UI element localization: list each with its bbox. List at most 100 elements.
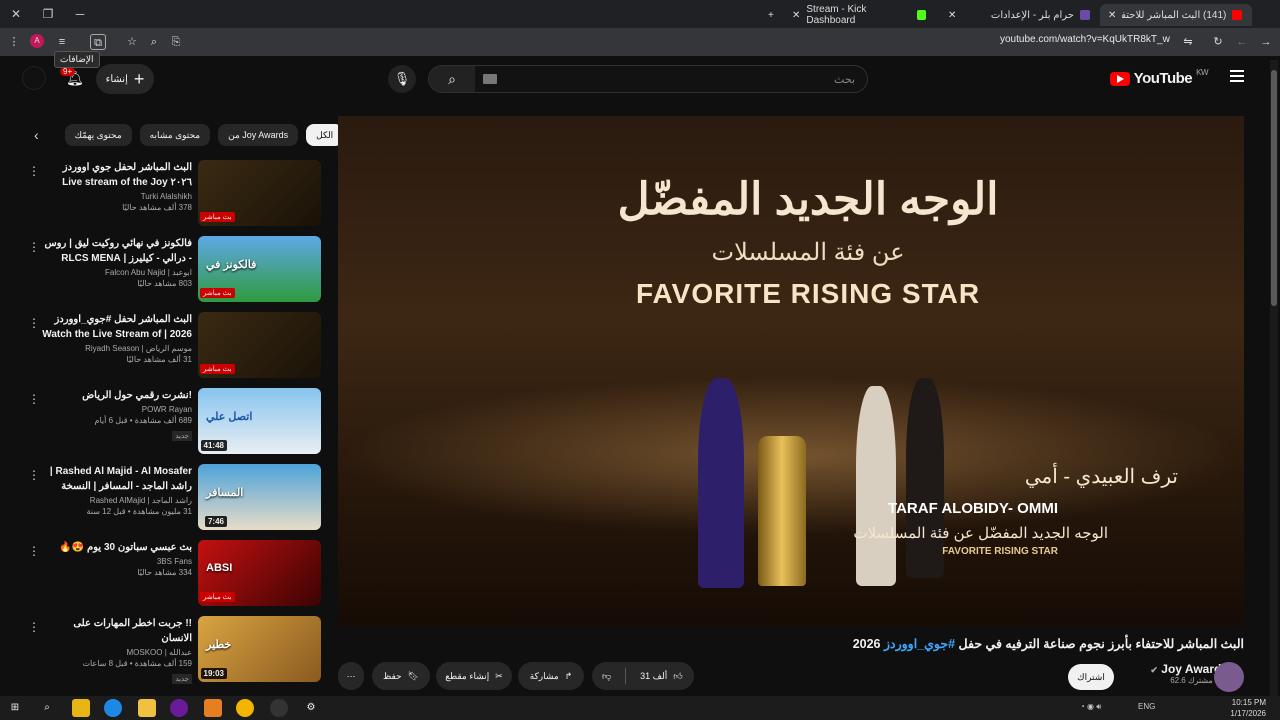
page-scrollbar[interactable] (1270, 60, 1278, 700)
install-app-icon[interactable]: ⎘ (168, 34, 184, 50)
dislike-icon[interactable]: 👎︎ (602, 671, 611, 682)
tab-kick[interactable]: ✕ Stream - Kick Dashboard (784, 4, 934, 26)
maximize-window-icon[interactable]: ❐ (32, 7, 64, 21)
share-label: مشاركة (529, 670, 559, 681)
keyboard-language[interactable]: ENG (1138, 702, 1155, 711)
video-title[interactable]: البث المباشر لحفل #جوي_اووردز 2026 | Wat… (42, 312, 192, 342)
save-button[interactable]: حفظ 🔖︎ (372, 662, 430, 690)
more-options-icon[interactable]: ⋮ (28, 544, 40, 558)
video-title[interactable]: Rashed Al Majid - Al Mosafer | راشد الما… (42, 464, 192, 494)
taskbar-clock[interactable]: 10:15 PM 1/17/2026 (1230, 697, 1266, 719)
more-options-icon[interactable]: ⋮ (28, 620, 40, 634)
video-title[interactable]: البث المباشر لحفل جوي اووردز ٢٠٢٦ Live s… (42, 160, 192, 190)
more-options-icon[interactable]: ⋮ (28, 468, 40, 482)
keyboard-icon[interactable] (483, 74, 497, 84)
profile-avatar[interactable]: A (30, 34, 44, 48)
menu-dots-icon[interactable]: ⋮ (6, 34, 22, 50)
channel-name[interactable]: 3BS Fans (42, 557, 192, 566)
task-app-icon[interactable] (72, 699, 90, 717)
search-box[interactable]: ⌕ بحث (428, 65, 868, 93)
new-tab-button[interactable]: + (760, 4, 782, 26)
list-item[interactable]: ⋮ !نشرت رقمي حول الرياض POWR Rayan 689 ألف… (24, 386, 324, 456)
title-hashtag-link[interactable]: #جوي_اووردز (884, 637, 955, 651)
file-explorer-icon[interactable] (138, 699, 156, 717)
search-icon[interactable]: ⌕ (38, 699, 56, 717)
more-options-icon[interactable]: ⋮ (28, 240, 40, 254)
search-icon[interactable]: ⌕ (429, 66, 475, 92)
back-icon[interactable]: → (1258, 34, 1274, 50)
address-bar[interactable]: youtube.com/watch?v=KqUkTR8kT_w (1000, 34, 1170, 45)
view-count: 689 ألف مشاهدة • قبل 6 أيام (94, 416, 193, 425)
chrome-icon[interactable] (236, 699, 254, 717)
edge-browser-icon[interactable] (104, 699, 122, 717)
video-title[interactable]: بث عبسي سباتون 30 يوم 😍🔥 (42, 540, 192, 555)
reload-icon[interactable]: ↻ (1210, 34, 1226, 50)
list-item[interactable]: ⋮ !! جربت اخطر المهارات على الانسان عبدال… (24, 614, 324, 684)
forward-icon[interactable]: ← (1234, 34, 1250, 50)
more-options-icon[interactable]: ⋮ (28, 164, 40, 178)
video-thumbnail[interactable]: بث مباشر (198, 312, 321, 378)
video-title[interactable]: !نشرت رقمي حول الرياض (42, 388, 192, 403)
channel-name[interactable]: موسم الرياض | Riyadh Season (42, 344, 192, 353)
channel-name[interactable]: راشد الماجد | Rashed AlMajid (42, 496, 192, 505)
tray-icons[interactable]: ◔ ◉ 🔊︎ (1080, 702, 1101, 712)
video-thumbnail[interactable]: فالكونز في بث مباشر (198, 236, 321, 302)
video-title[interactable]: فالكونز في نهائي روكيت ليق | روس - درالي… (42, 236, 192, 266)
video-thumbnail[interactable]: بث مباشر (198, 160, 321, 226)
channel-name[interactable]: POWR Rayan (42, 405, 192, 414)
voice-search-mic-icon[interactable]: 🎙︎ (388, 65, 416, 93)
start-windows-icon[interactable]: ⊞ (6, 699, 24, 717)
tab-settings[interactable]: ✕ حرام بلر - الإعدادات (940, 4, 1098, 26)
kick-favicon-icon (916, 10, 926, 20)
close-tab-icon[interactable]: ✕ (1108, 10, 1116, 21)
minimize-window-icon[interactable]: ─ (64, 7, 96, 21)
video-thumbnail[interactable]: اتصل علي 41:48 (198, 388, 321, 454)
more-actions-button[interactable]: ⋯ (338, 662, 364, 690)
chevron-left-icon[interactable]: ‹ (34, 127, 39, 143)
vlc-icon[interactable] (204, 699, 222, 717)
channel-name[interactable]: عبدالله | MOSKOO (42, 648, 192, 657)
channel-avatar[interactable] (1214, 662, 1244, 692)
scrollbar-thumb[interactable] (1271, 70, 1277, 306)
subscribe-button[interactable]: اشتراك (1068, 664, 1114, 690)
hamburger-menu-icon[interactable] (1230, 70, 1244, 82)
settings-gear-icon[interactable]: ⚙ (302, 699, 320, 717)
close-tab-icon[interactable]: ✕ (792, 10, 800, 21)
site-settings-icon[interactable]: ⇋ (1180, 34, 1196, 50)
list-item[interactable]: ⋮ البث المباشر لحفل جوي اووردز ٢٠٢٦ Live… (24, 158, 324, 228)
new-badge: جديد (172, 674, 192, 684)
create-button[interactable]: إنشاء + (96, 64, 154, 94)
chip-for-you[interactable]: محتوى يهمّك (64, 124, 132, 146)
account-avatar[interactable] (22, 66, 46, 90)
chip-related[interactable]: محتوى مشابه (139, 124, 211, 146)
channel-name[interactable]: ابوعبد | Falcon Abu Najid (42, 268, 192, 277)
share-button[interactable]: مشاركة ↱ (518, 662, 584, 690)
list-item[interactable]: ⋮ بث عبسي سباتون 30 يوم 😍🔥 3BS Fans 334 مش… (24, 538, 324, 608)
channel-name[interactable]: Turki Alalshikh (42, 192, 192, 201)
list-item[interactable]: ⋮ فالكونز في نهائي روكيت ليق | روس - درا… (24, 234, 324, 304)
like-icon[interactable]: 👍︎ (673, 671, 682, 682)
like-count[interactable]: 31 ألف (640, 671, 667, 682)
video-thumbnail[interactable]: ABSI بث مباشر (198, 540, 321, 606)
close-tab-icon[interactable]: ✕ (948, 10, 956, 21)
video-player[interactable]: الوجه الجديد المفضّل عن فئة المسلسلات FA… (338, 116, 1244, 626)
reading-list-icon[interactable]: ≡ (54, 34, 70, 50)
browser-opera-icon[interactable] (170, 699, 188, 717)
search-input[interactable]: بحث (834, 73, 855, 86)
extensions-icon[interactable]: ⧉ (90, 34, 106, 50)
close-window-icon[interactable]: ✕ (0, 7, 32, 21)
video-title[interactable]: !! جربت اخطر المهارات على الانسان (42, 616, 192, 646)
youtube-logo[interactable]: YouTube KW (1109, 68, 1208, 87)
zoom-icon[interactable]: ⌕ (146, 34, 162, 50)
bookmark-star-icon[interactable]: ☆ (124, 34, 140, 50)
obs-icon[interactable] (270, 699, 288, 717)
video-thumbnail[interactable]: خطير 19:03 (198, 616, 321, 682)
tab-youtube[interactable]: ✕ (141) البث المباشر للاحتفاء بأبرز (1100, 4, 1252, 26)
more-options-icon[interactable]: ⋮ (28, 316, 40, 330)
list-item[interactable]: ⋮ Rashed Al Majid - Al Mosafer | راشد ال… (24, 462, 324, 532)
clip-button[interactable]: إنشاء مقطع ✂ (436, 662, 512, 690)
list-item[interactable]: ⋮ البث المباشر لحفل #جوي_اووردز 2026 | W… (24, 310, 324, 380)
more-options-icon[interactable]: ⋮ (28, 392, 40, 406)
chip-from-channel[interactable]: من Joy Awards (218, 124, 299, 146)
video-thumbnail[interactable]: المسافر 7:46 (198, 464, 321, 530)
